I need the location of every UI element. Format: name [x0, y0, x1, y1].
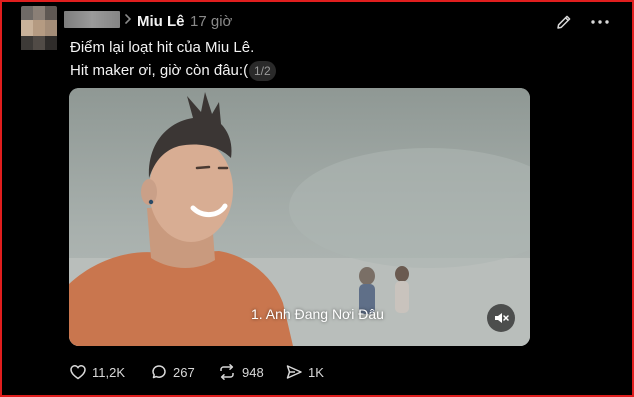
speaker-muted-icon [495, 313, 509, 323]
send-icon [286, 365, 302, 379]
post-time: 17 giờ [190, 13, 233, 30]
more-horizontal-icon[interactable] [590, 13, 610, 31]
post-container: Miu Lê 17 giờ Điểm lại loạt hit của Miu … [0, 0, 634, 397]
like-count: 11,2K [92, 364, 126, 380]
share-button[interactable]: 1K [285, 362, 324, 382]
heart-icon [70, 365, 86, 380]
share-count: 1K [308, 364, 324, 380]
comment-count: 267 [173, 364, 195, 380]
blurred-username [64, 11, 120, 28]
like-button[interactable]: 11,2K [69, 362, 125, 382]
repost-arrows-icon [220, 364, 234, 380]
comment-button[interactable]: 267 [150, 362, 195, 382]
mute-button[interactable] [487, 304, 515, 332]
avatar[interactable] [21, 6, 57, 50]
comment-bubble-icon [152, 365, 166, 379]
pencil-icon[interactable] [555, 13, 573, 31]
repost-count: 948 [242, 364, 264, 380]
media-page-indicator: 1/2 [249, 61, 276, 81]
chevron-right-icon [125, 14, 132, 24]
video-caption: 1. Anh Đang Nơi Đâu [251, 306, 384, 322]
video-player[interactable]: 1. Anh Đang Nơi Đâu [69, 88, 530, 346]
post-text-line-1: Điểm lại loạt hit của Miu Lê. [70, 39, 255, 56]
author-name[interactable]: Miu Lê [137, 13, 185, 30]
repost-button[interactable]: 948 [217, 362, 264, 382]
post-text-line-2: Hit maker ơi, giờ còn đâu:( [70, 62, 249, 79]
